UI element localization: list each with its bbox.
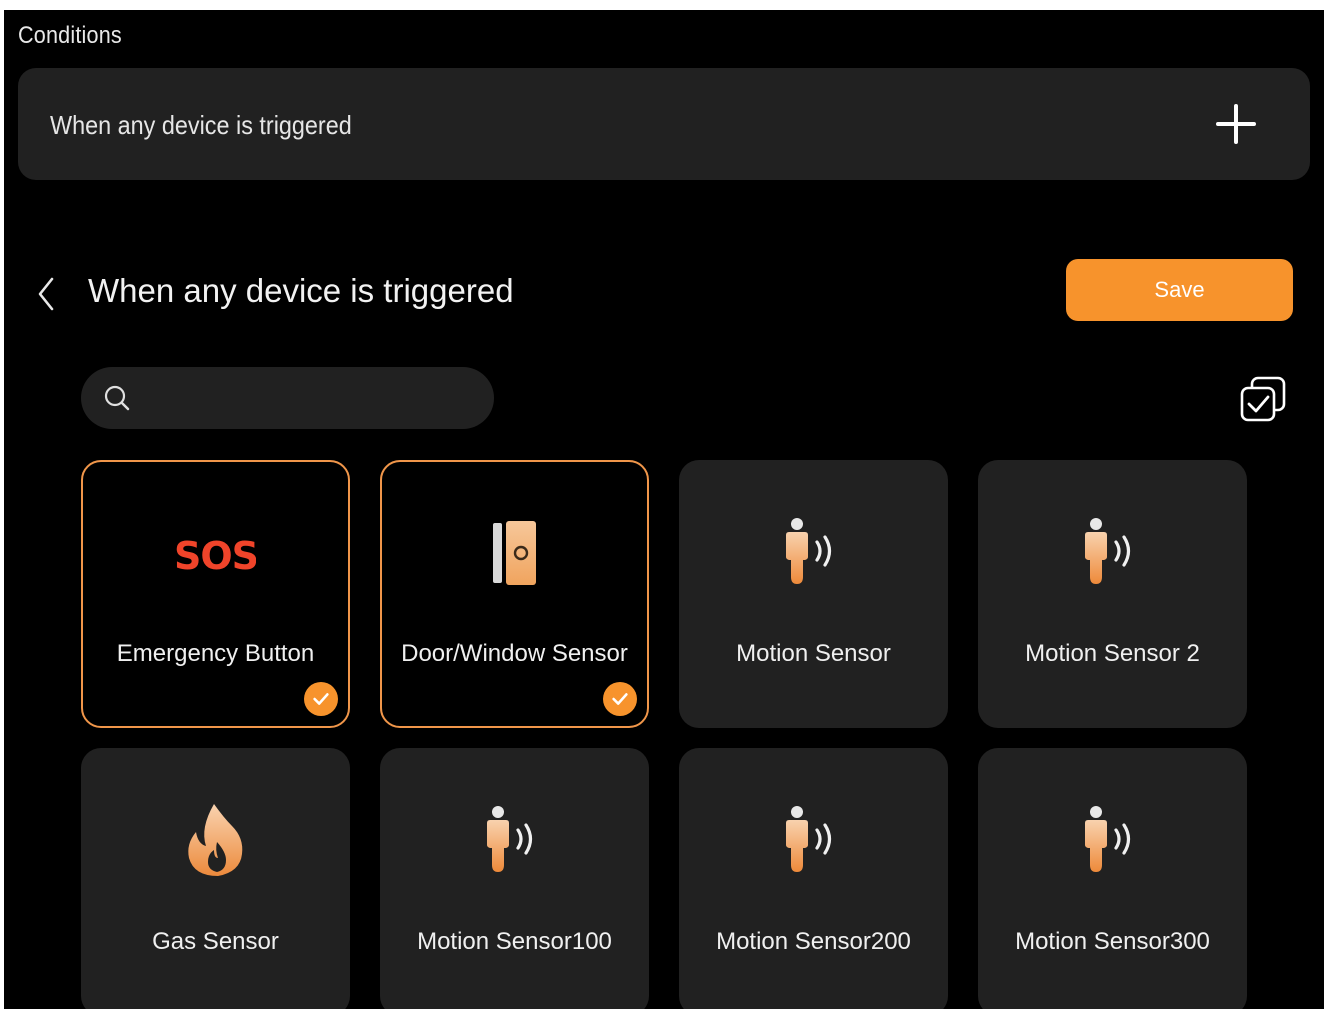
search-bar[interactable] (81, 367, 494, 429)
device-card-motion-sensor-2[interactable]: Motion Sensor 2 (978, 460, 1247, 728)
sos-icon: SOS (83, 514, 348, 594)
flame-icon (81, 800, 350, 880)
plus-icon[interactable] (1216, 102, 1256, 146)
motion-sensor-icon (380, 800, 649, 880)
device-card-door-window-sensor[interactable]: Door/Window Sensor (380, 460, 649, 728)
device-card-motion-sensor100[interactable]: Motion Sensor100 (380, 748, 649, 1009)
motion-sensor-icon (679, 512, 948, 592)
condition-row-text: When any device is triggered (50, 110, 352, 140)
device-label: Door/Window Sensor (401, 640, 628, 667)
motion-sensor-icon (679, 800, 948, 880)
svg-text:SOS: SOS (176, 534, 256, 578)
device-label: Motion Sensor (736, 640, 891, 667)
device-card-motion-sensor200[interactable]: Motion Sensor200 (679, 748, 948, 1009)
motion-sensor-icon (978, 800, 1247, 880)
device-label: Motion Sensor 2 (1025, 640, 1200, 667)
device-label: Emergency Button (116, 640, 315, 667)
chevron-left-icon[interactable] (32, 274, 62, 314)
device-card-motion-sensor300[interactable]: Motion Sensor300 (978, 748, 1247, 1009)
device-card-motion-sensor[interactable]: Motion Sensor (679, 460, 948, 728)
device-card-emergency-button[interactable]: SOS Emergency Button (81, 460, 350, 728)
door-sensor-icon (382, 514, 647, 594)
device-card-gas-sensor[interactable]: Gas Sensor (81, 748, 350, 1009)
select-all-checkbox-icon[interactable] (1238, 376, 1286, 424)
device-label: Motion Sensor300 (1015, 928, 1210, 955)
checkmark-icon (603, 682, 637, 716)
device-label: Motion Sensor200 (716, 928, 911, 955)
checkmark-icon (304, 682, 338, 716)
page-title: When any device is triggered (88, 272, 514, 309)
app-screen: Conditions When any device is triggered … (4, 10, 1324, 1009)
search-input[interactable] (143, 367, 473, 429)
condition-row[interactable]: When any device is triggered (18, 68, 1310, 180)
search-icon (103, 384, 131, 412)
section-label-conditions: Conditions (18, 22, 122, 49)
save-button[interactable]: Save (1066, 259, 1293, 321)
device-label: Motion Sensor100 (417, 928, 612, 955)
device-label: Gas Sensor (152, 928, 279, 955)
motion-sensor-icon (978, 512, 1247, 592)
